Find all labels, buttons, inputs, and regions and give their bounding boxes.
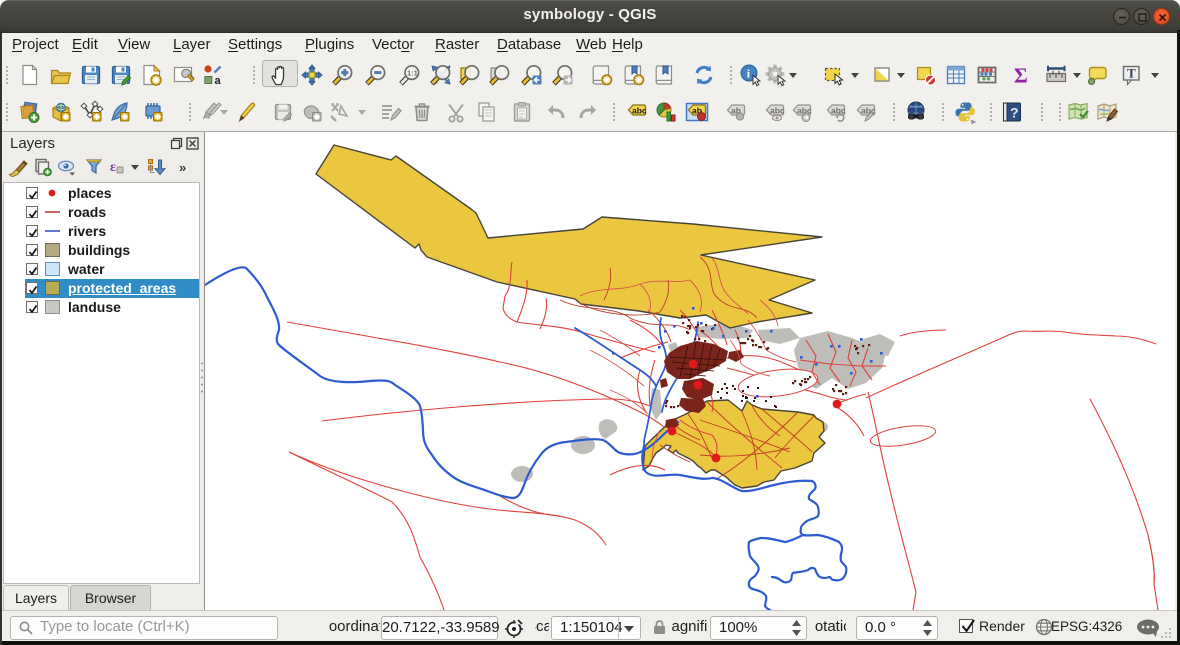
svg-text:ε: ε (110, 160, 116, 175)
svg-text:Σ: Σ (1014, 64, 1028, 88)
svg-text:T: T (1127, 66, 1136, 81)
svg-text:»: » (179, 160, 186, 175)
svg-text:?: ? (1010, 105, 1019, 121)
svg-text:1:1: 1:1 (407, 68, 418, 77)
svg-text:a: a (215, 75, 222, 87)
svg-text:abc: abc (632, 105, 647, 115)
svg-text:abc: abc (770, 105, 785, 115)
